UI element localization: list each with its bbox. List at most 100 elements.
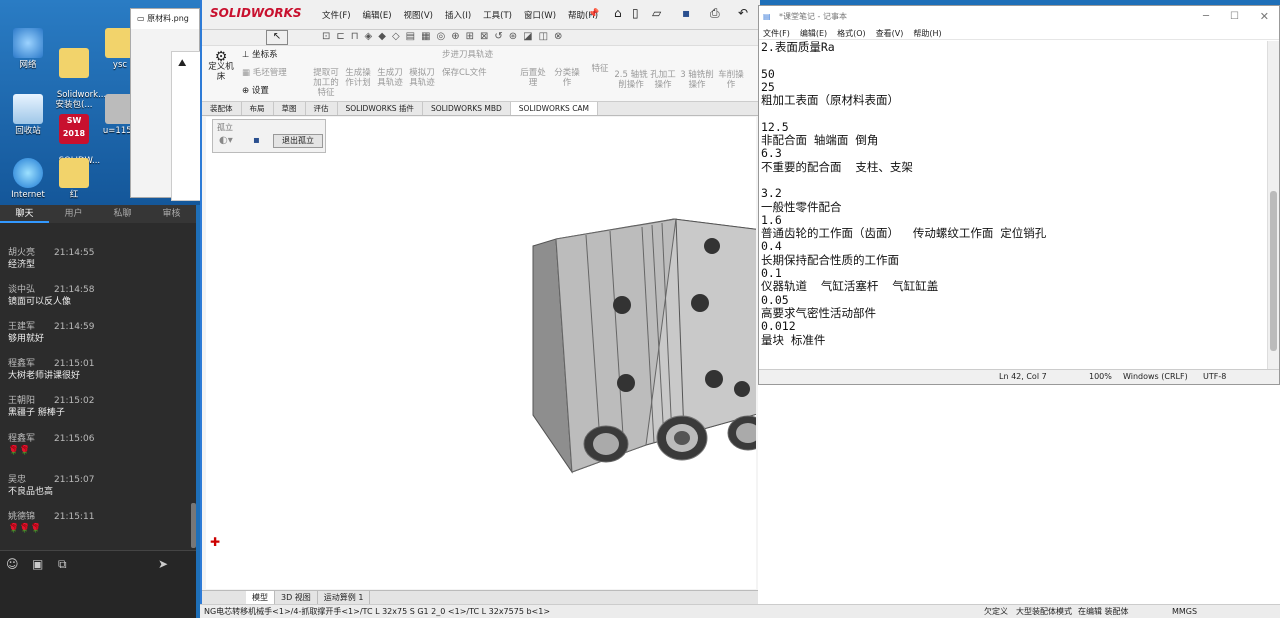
image-icon[interactable]: ▣ bbox=[32, 557, 43, 571]
notepad-scrollbar[interactable] bbox=[1267, 41, 1279, 371]
tab-chat[interactable]: 聊天 bbox=[0, 205, 49, 223]
menu-insert[interactable]: 插入(I) bbox=[445, 9, 471, 21]
axis-icon: ⊥ bbox=[242, 50, 253, 60]
scroll-thumb[interactable] bbox=[1270, 191, 1277, 351]
tab-evaluate[interactable]: 评估 bbox=[306, 102, 338, 115]
notepad-line: 不重要的配合面 支柱、支架 bbox=[761, 159, 913, 174]
new-document-icon[interactable]: ▯ bbox=[632, 6, 639, 20]
menu-tools[interactable]: 工具(T) bbox=[483, 9, 512, 21]
three-axis-button[interactable]: 3 轴铣削操作 bbox=[680, 70, 714, 90]
status-mode: 大型装配体模式 bbox=[1016, 607, 1072, 616]
tab-motion-study[interactable]: 运动算例 1 bbox=[318, 591, 371, 604]
chat-input-area[interactable]: ☺ ▣ ⧉ ➤ bbox=[0, 550, 196, 618]
notepad-line: 量块 标准件 bbox=[761, 332, 826, 347]
chat-message: 程鑫军 21:15:01 大树老师讲课很好 bbox=[8, 359, 95, 381]
cylinder-part-model[interactable] bbox=[206, 117, 756, 589]
notepad-line: 长期保持配合性质的工作面 bbox=[761, 252, 899, 267]
turning-ops-button[interactable]: 车削操作 bbox=[716, 70, 746, 90]
step-through-button[interactable]: 步进刀具轨迹 bbox=[442, 50, 493, 60]
menu-file[interactable]: 文件(F) bbox=[322, 9, 351, 21]
axis-milling-button[interactable]: 2.5 轴铣削操作 bbox=[614, 70, 648, 90]
line-ending: Windows (CRLF) bbox=[1123, 372, 1188, 381]
open-icon[interactable]: ▱ bbox=[652, 6, 661, 20]
folder-icon bbox=[59, 158, 89, 188]
send-icon[interactable]: ➤ bbox=[158, 557, 168, 571]
post-process-button[interactable]: 后置处理 bbox=[518, 68, 548, 88]
classify-ops-button[interactable]: 分类操作 bbox=[552, 68, 582, 88]
notepad-icon: ▤ bbox=[763, 12, 771, 21]
menu-edit[interactable]: 编辑(E) bbox=[800, 28, 827, 39]
save-cl-button[interactable]: 保存CL文件 bbox=[442, 68, 487, 78]
graphics-viewport[interactable]: 孤立 ◐▾ ▪ 退出孤立 ⌕⌕◧◈◆◉▣ bbox=[206, 117, 756, 589]
minimize-icon[interactable]: ─ bbox=[1203, 6, 1209, 28]
menu-edit[interactable]: 编辑(E) bbox=[363, 9, 392, 21]
maximize-icon[interactable]: ☐ bbox=[1230, 6, 1239, 28]
chat-message: 吴忠 21:15:07 不良品也高 bbox=[8, 475, 95, 497]
pin-icon[interactable]: 📌 bbox=[588, 9, 599, 19]
tab-3d-view[interactable]: 3D 视图 bbox=[275, 591, 318, 604]
simulate-toolpath-button[interactable]: 模拟刀具轨迹 bbox=[406, 68, 438, 88]
menu-help[interactable]: 帮助(H) bbox=[913, 28, 941, 39]
status-units[interactable]: MMGS bbox=[1172, 605, 1197, 618]
tab-model[interactable]: 模型 bbox=[246, 591, 275, 604]
notepad-menubar: 文件(F) 编辑(E) 格式(O) 查看(V) 帮助(H) bbox=[759, 28, 1279, 40]
notepad-line: 0.05 bbox=[761, 292, 789, 307]
solidworks-window: SOLIDWORKS 文件(F) 编辑(E) 视图(V) 插入(I) 工具(T)… bbox=[200, 0, 760, 618]
hole-ops-button[interactable]: 孔加工操作 bbox=[648, 70, 678, 90]
notepad-line: 0.012 bbox=[761, 319, 796, 334]
tab-cam[interactable]: SOLIDWORKS CAM bbox=[510, 102, 599, 115]
extract-features-button[interactable]: 提取可加工的特征 bbox=[310, 68, 342, 98]
notepad-line: 非配合面 轴端面 倒角 bbox=[761, 133, 879, 148]
notepad-line: 50 bbox=[761, 66, 775, 81]
desktop: 网络 Solidwork... 安装包(... ysc 回收站 SW 2018 … bbox=[0, 0, 201, 205]
image-viewer-window[interactable]: ▭ 原材料.png ⛰ bbox=[130, 8, 201, 201]
print-icon[interactable]: ⎙ bbox=[710, 6, 720, 21]
setup-button[interactable]: ⊕ 设置 bbox=[242, 86, 269, 96]
tab-sketch[interactable]: 草图 bbox=[274, 102, 306, 115]
chat-message: 王朝阳 21:15:02 黑疆子 掰棒子 bbox=[8, 396, 95, 418]
notepad-title: *课堂笔记 - 记事本 bbox=[779, 12, 847, 21]
network-icon bbox=[13, 28, 43, 58]
notepad-line bbox=[761, 54, 1266, 67]
triad-icon: ✚ bbox=[210, 535, 221, 549]
tab-assembly[interactable]: 装配体 bbox=[202, 102, 242, 115]
features-button[interactable]: 特征 bbox=[588, 64, 612, 74]
chat-scrollbar[interactable] bbox=[191, 503, 196, 548]
coordinate-system-button[interactable]: ⊥ 坐标系 bbox=[242, 50, 278, 60]
desktop-icon-folder-red[interactable]: 红 bbox=[46, 158, 102, 200]
status-under-defined: 欠定义 bbox=[984, 607, 1008, 616]
menu-view[interactable]: 查看(V) bbox=[876, 28, 904, 39]
home-icon[interactable]: ⌂ bbox=[614, 6, 622, 20]
tab-private[interactable]: 私聊 bbox=[98, 205, 147, 223]
notepad-line: 12.5 bbox=[761, 119, 789, 134]
zoom-level: 100% bbox=[1089, 372, 1112, 381]
select-icon[interactable]: ↖ bbox=[266, 30, 288, 45]
gen-toolpath-button[interactable]: 生成刀具轨迹 bbox=[374, 68, 406, 88]
chat-tabs: 聊天 用户 私聊 审核 bbox=[0, 205, 196, 223]
menu-format[interactable]: 格式(O) bbox=[837, 28, 866, 39]
notepad-line: 25 bbox=[761, 79, 775, 94]
tab-layout[interactable]: 布局 bbox=[242, 102, 274, 115]
menu-view[interactable]: 视图(V) bbox=[404, 9, 433, 21]
undo-icon[interactable]: ↶ bbox=[738, 6, 748, 20]
menu-window[interactable]: 窗口(W) bbox=[524, 9, 556, 21]
notepad-line: 普通齿轮的工作面（齿面） 传动螺纹工作面 定位销孔 bbox=[761, 226, 1047, 241]
notepad-line: 2.表面质量Ra bbox=[761, 40, 835, 54]
save-icon[interactable]: ▪ bbox=[682, 6, 690, 20]
emoji-icon[interactable]: ☺ bbox=[6, 557, 19, 571]
tab-mbd[interactable]: SOLIDWORKS MBD bbox=[423, 102, 511, 115]
notepad-line bbox=[761, 107, 1266, 120]
tab-review[interactable]: 审核 bbox=[147, 205, 196, 223]
stock-manager-button[interactable]: ▦ 毛坯管理 bbox=[242, 68, 287, 78]
status-bar: NG电芯转移机械手<1>/4-抓取撑开手<1>/TC L 32x75 S G1 … bbox=[200, 604, 1280, 618]
gen-operation-plan-button[interactable]: 生成操作计划 bbox=[342, 68, 374, 88]
tab-addins[interactable]: SOLIDWORKS 插件 bbox=[338, 102, 423, 115]
setup-icon: ⊕ bbox=[242, 86, 252, 96]
menu-file[interactable]: 文件(F) bbox=[763, 28, 790, 39]
define-machine-button[interactable]: ⚙ 定义机床 bbox=[206, 50, 236, 82]
screenshot-icon[interactable]: ⧉ bbox=[58, 557, 67, 572]
tab-users[interactable]: 用户 bbox=[49, 205, 98, 223]
close-icon[interactable]: ✕ bbox=[1260, 6, 1269, 28]
command-manager-tabs: 装配体 布局 草图 评估 SOLIDWORKS 插件 SOLIDWORKS MB… bbox=[202, 102, 760, 116]
notepad-text-area[interactable]: 2.表面质量Ra 50 25 粗加工表面（原材料表面） 12.5 非配合面 轴端面 倒角 6… bbox=[761, 40, 1266, 371]
